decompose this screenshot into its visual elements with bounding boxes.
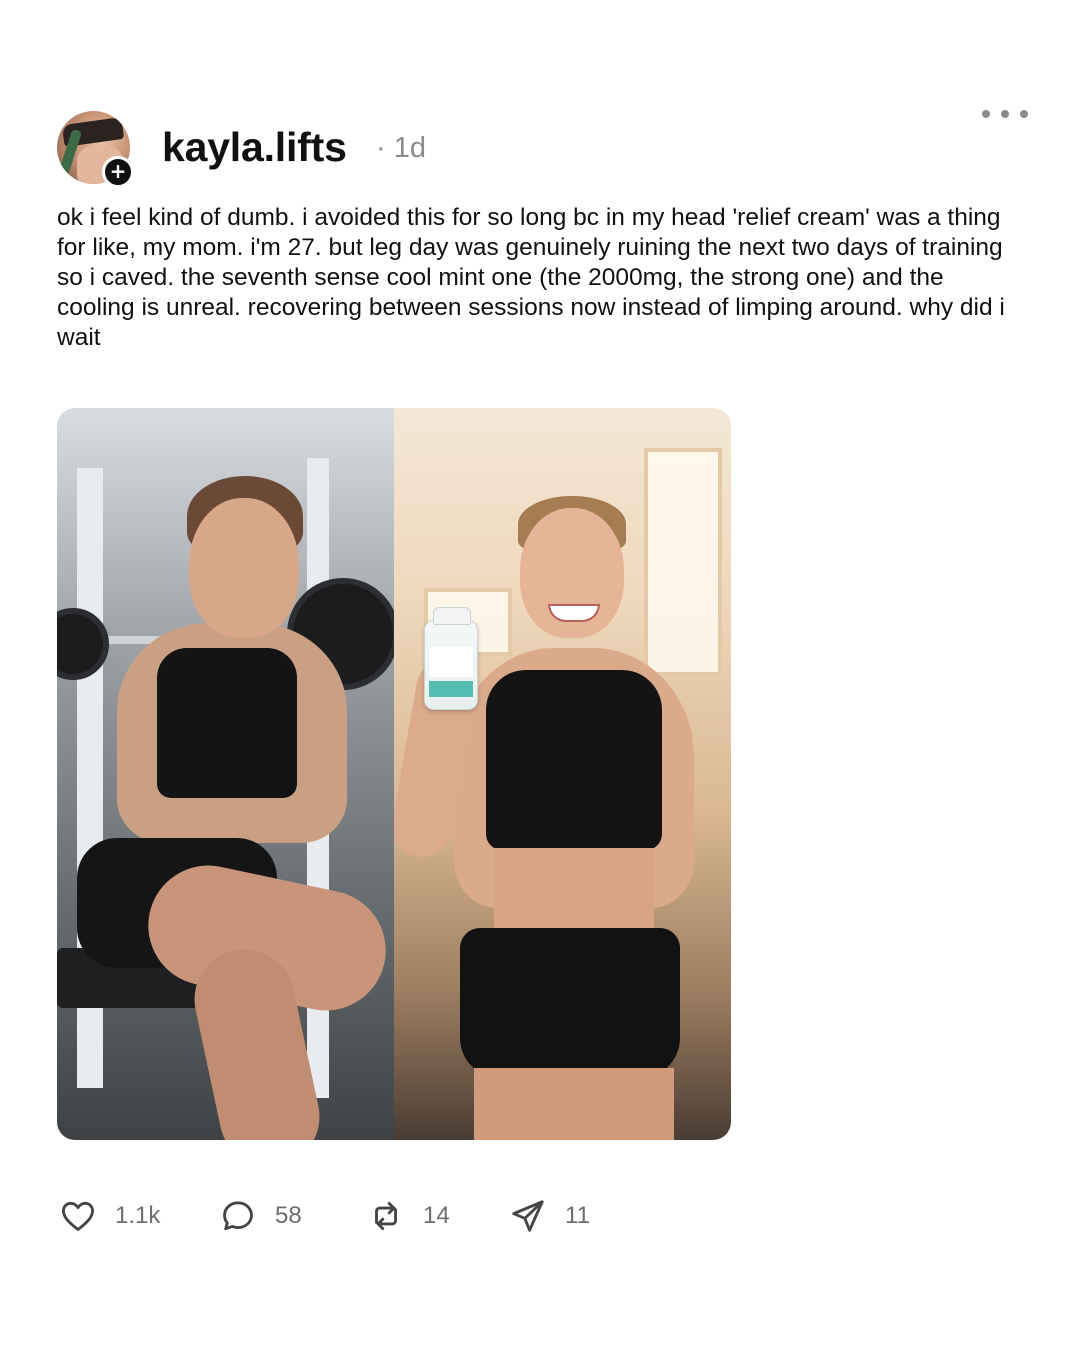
send-icon	[512, 1200, 544, 1232]
legs	[474, 1068, 674, 1140]
share-button[interactable]: 11	[509, 1196, 590, 1236]
speech-bubble-icon	[223, 1201, 253, 1231]
post-media[interactable]	[57, 408, 731, 1140]
sports-bra	[157, 648, 297, 798]
jar-pump	[433, 607, 471, 625]
more-options-button[interactable]	[982, 104, 1028, 124]
repost-arrows-icon	[375, 1201, 397, 1231]
shorts	[460, 928, 680, 1078]
jar-label-band	[429, 681, 473, 697]
gym-window	[644, 448, 722, 676]
reply-count: 58	[275, 1202, 302, 1229]
username[interactable]: kayla.lifts	[162, 124, 347, 171]
more-dot	[1020, 110, 1028, 118]
face	[189, 498, 299, 638]
follow-plus-icon[interactable]: +	[102, 156, 134, 188]
jar-label	[429, 647, 473, 677]
repost-count: 14	[423, 1202, 450, 1229]
post-card: + kayla.lifts · 1d ok i feel kind of dum…	[0, 0, 1080, 1350]
repost-button[interactable]: 14	[367, 1196, 450, 1236]
sports-bra	[486, 670, 662, 850]
avatar-container[interactable]: +	[57, 111, 134, 188]
reply-button[interactable]: 58	[219, 1196, 302, 1236]
share-count: 11	[565, 1202, 590, 1229]
like-count: 1.1k	[115, 1202, 161, 1229]
heart-icon	[62, 1201, 94, 1231]
more-horizontal-icon	[982, 110, 990, 118]
gym-smiling-with-cream-photo[interactable]	[394, 408, 731, 1140]
relief-cream-jar	[424, 607, 478, 710]
post-timestamp: · 1d	[376, 132, 426, 164]
post-text: ok i feel kind of dumb. i avoided this f…	[57, 204, 1005, 351]
like-button[interactable]: 1.1k	[59, 1196, 160, 1236]
more-dot	[1001, 110, 1009, 118]
gym-pain-photo[interactable]	[57, 408, 394, 1140]
